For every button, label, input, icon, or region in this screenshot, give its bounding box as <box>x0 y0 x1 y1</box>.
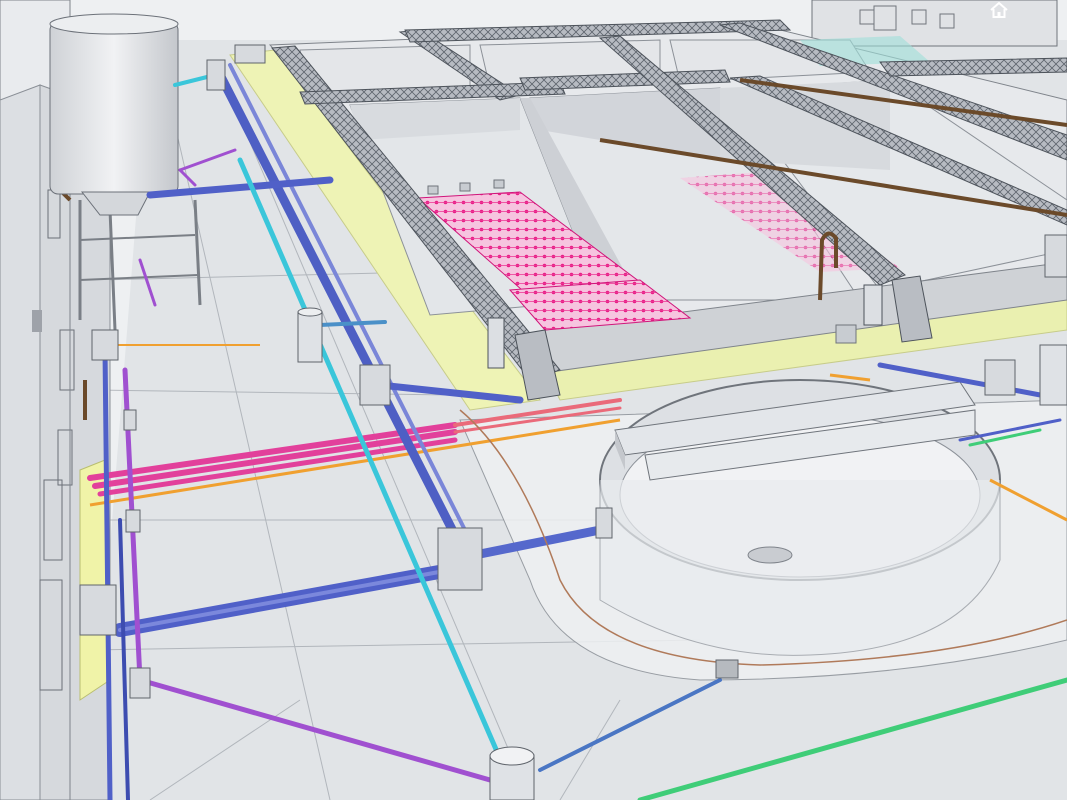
3d-model-viewport[interactable] <box>0 0 1067 800</box>
plant-model-scene[interactable] <box>0 0 1067 800</box>
home-view-button[interactable] <box>986 0 1012 20</box>
home-icon <box>990 2 1008 18</box>
